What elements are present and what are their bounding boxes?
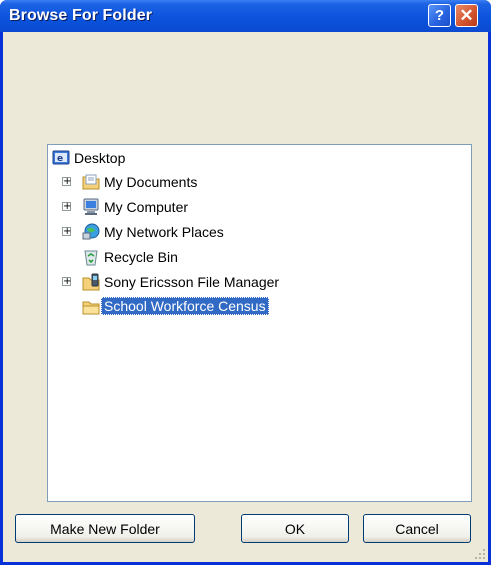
ok-button[interactable]: OK <box>241 514 349 543</box>
title-bar[interactable]: Browse For Folder ? ✕ <box>0 0 491 32</box>
tree-item-label: Recycle Bin <box>104 249 178 265</box>
tree-item-label: My Computer <box>104 199 189 215</box>
close-icon: ✕ <box>459 5 474 25</box>
help-button[interactable]: ? <box>428 4 451 27</box>
help-icon: ? <box>434 7 445 24</box>
expand-icon[interactable]: + <box>62 277 71 287</box>
my-documents-icon <box>82 174 100 190</box>
close-button[interactable]: ✕ <box>455 4 478 27</box>
file-manager-icon <box>82 273 100 291</box>
expand-icon[interactable]: + <box>62 227 71 237</box>
tree-item-label: Sony Ericsson File Manager <box>104 274 280 290</box>
make-new-folder-button[interactable]: Make New Folder <box>15 514 195 543</box>
tree-item-label: My Network Places <box>104 224 224 240</box>
svg-text:e: e <box>57 154 63 164</box>
tree-item-label: Desktop <box>74 150 126 166</box>
tree-item-label: School Workforce Census <box>101 297 269 315</box>
browse-for-folder-dialog: Browse For Folder ? ✕ e Desktop + My Doc… <box>0 0 491 565</box>
folder-tree[interactable]: e Desktop + My Documents + My Computer +… <box>47 144 472 502</box>
window-title: Browse For Folder <box>9 7 153 24</box>
tree-item-label: My Documents <box>104 174 198 190</box>
expand-icon[interactable]: + <box>62 202 71 212</box>
desktop-icon: e <box>52 150 70 165</box>
expand-icon[interactable]: + <box>62 177 71 187</box>
resize-grip-icon[interactable] <box>474 548 486 560</box>
folder-icon <box>82 301 100 315</box>
cancel-button[interactable]: Cancel <box>363 514 471 543</box>
network-places-icon <box>82 223 100 240</box>
my-computer-icon <box>83 198 99 215</box>
recycle-bin-icon <box>84 250 98 266</box>
